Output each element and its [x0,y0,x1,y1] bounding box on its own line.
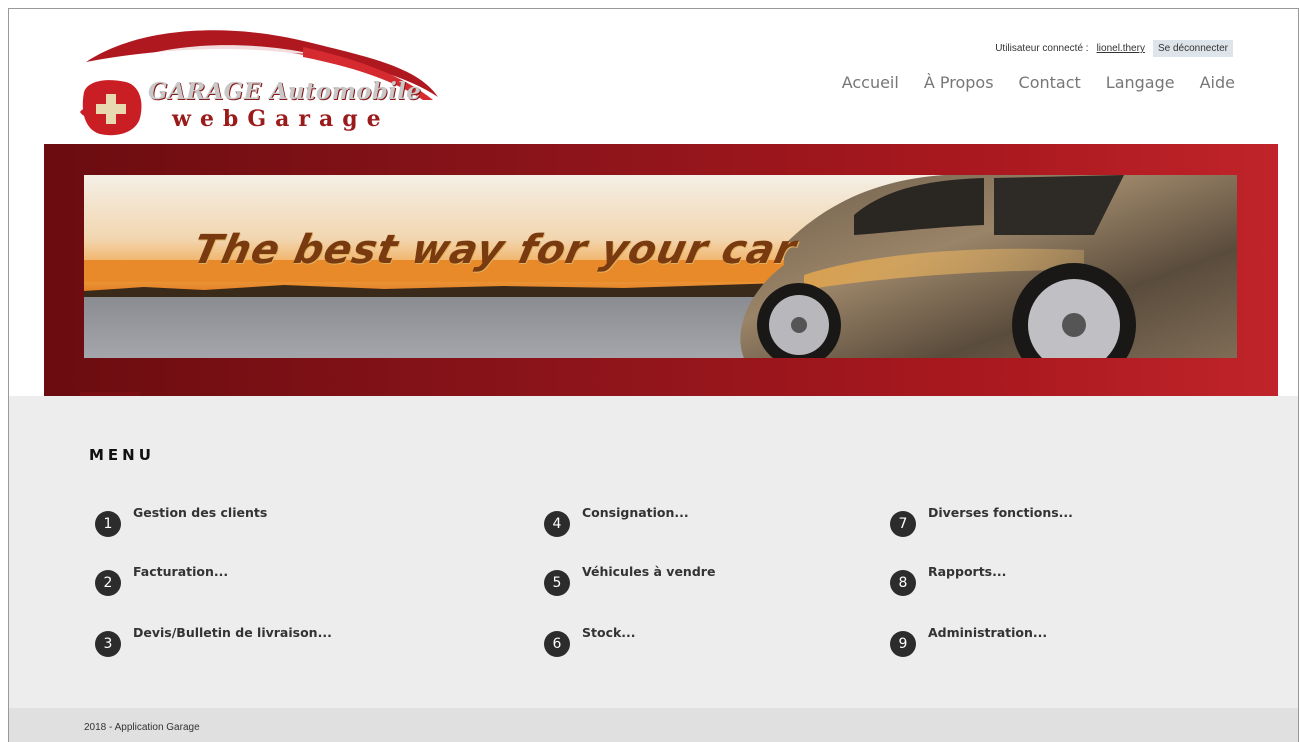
number-badge-icon: 7 [890,511,916,537]
nav-help[interactable]: Aide [1200,73,1235,92]
number-badge-icon: 4 [544,511,570,537]
nav-language[interactable]: Langage [1106,73,1175,92]
main-nav: Accueil À Propos Contact Langage Aide [842,73,1235,92]
number-badge-icon: 9 [890,631,916,657]
number-badge-icon: 8 [890,570,916,596]
menu-item-consignment[interactable]: 4 Consignation... [544,505,689,537]
menu-title: MENU [89,446,155,464]
menu-item-label: Facturation... [133,564,229,579]
menu-item-label: Gestion des clients [133,505,268,520]
nav-contact[interactable]: Contact [1019,73,1081,92]
footer: 2018 - Application Garage [9,708,1298,742]
logo-subtitle: webGarage [172,106,390,132]
number-badge-icon: 2 [95,570,121,596]
logo[interactable]: GARAGE Automobile webGarage [78,22,448,140]
username-link[interactable]: lionel.thery [1097,43,1145,54]
menu-item-administration[interactable]: 9 Administration... [890,625,1048,657]
menu-item-invoicing[interactable]: 2 Facturation... [95,564,229,596]
banner-photo: The best way for your car [84,175,1237,358]
menu-item-vehicles-for-sale[interactable]: 5 Véhicules à vendre [544,564,716,596]
swiss-flag-icon [80,80,142,136]
number-badge-icon: 6 [544,631,570,657]
menu-item-label: Stock... [582,625,636,640]
banner-tagline: The best way for your car [189,227,801,273]
user-label: Utilisateur connecté : [995,43,1089,54]
number-badge-icon: 5 [544,570,570,596]
menu-item-label: Diverses fonctions... [928,505,1073,520]
number-badge-icon: 3 [95,631,121,657]
menu-item-quotes[interactable]: 3 Devis/Bulletin de livraison... [95,625,332,657]
menu-item-clients[interactable]: 1 Gestion des clients [95,505,268,537]
footer-text: 2018 - Application Garage [84,722,200,733]
nav-home[interactable]: Accueil [842,73,899,92]
menu-item-label: Administration... [928,625,1048,640]
menu-item-label: Devis/Bulletin de livraison... [133,625,332,640]
menu-item-label: Consignation... [582,505,689,520]
number-badge-icon: 1 [95,511,121,537]
logo-title: GARAGE Automobile [148,78,422,105]
main-content [9,396,1298,708]
menu-item-stock[interactable]: 6 Stock... [544,625,636,657]
menu-item-misc-functions[interactable]: 7 Diverses fonctions... [890,505,1073,537]
nav-about[interactable]: À Propos [924,73,994,92]
menu-item-label: Véhicules à vendre [582,564,716,579]
menu-item-label: Rapports... [928,564,1007,579]
menu-item-reports[interactable]: 8 Rapports... [890,564,1007,596]
user-bar: Utilisateur connecté : lionel.thery Se d… [995,40,1233,57]
logout-button[interactable]: Se déconnecter [1152,40,1233,57]
